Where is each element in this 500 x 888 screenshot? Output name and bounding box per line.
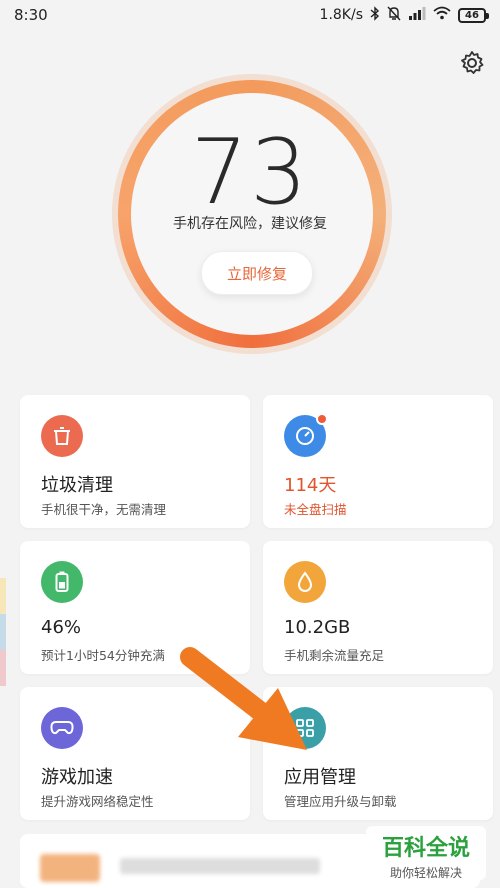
card-title: 应用管理 xyxy=(284,767,356,788)
watermark-logo: 百科全说 助你轻松解决 xyxy=(366,826,486,880)
card-subtitle: 预计1小时54分钟充满 xyxy=(41,648,165,663)
status-time: 8:30 xyxy=(14,6,48,24)
wifi-icon xyxy=(433,6,451,24)
gamepad-icon xyxy=(41,707,83,749)
fix-now-button[interactable]: 立即修复 xyxy=(201,251,313,295)
settings-button[interactable] xyxy=(455,48,489,82)
signal-icon xyxy=(408,6,426,24)
mute-bell-icon xyxy=(387,6,401,25)
card-subtitle: 手机很干净，无需清理 xyxy=(41,502,167,517)
card-title: 114天 xyxy=(284,475,337,496)
data-drop-icon xyxy=(284,561,326,603)
side-strip-pink xyxy=(0,650,6,686)
scan-icon xyxy=(284,413,328,457)
risk-message: 手机存在风险，建议修复 xyxy=(173,216,327,232)
bluetooth-icon xyxy=(370,5,380,25)
battery-icon xyxy=(41,561,83,603)
card-virus-scan[interactable]: 114天 未全盘扫描 xyxy=(263,395,493,528)
card-title: 游戏加速 xyxy=(41,767,113,788)
card-title: 10.2GB xyxy=(284,617,351,638)
battery-level: 46 xyxy=(465,9,479,21)
battery-indicator: 46 xyxy=(458,7,489,23)
blurred-text xyxy=(120,858,320,874)
card-garbage-clean[interactable]: 垃圾清理 手机很干净，无需清理 xyxy=(20,395,250,528)
card-data-usage[interactable]: 10.2GB 手机剩余流量充足 xyxy=(263,541,493,674)
card-subtitle: 管理应用升级与卸载 xyxy=(284,794,397,809)
card-title: 46% xyxy=(41,617,82,638)
side-strip-blue xyxy=(0,614,6,650)
blurred-thumbnail xyxy=(40,854,100,882)
app-grid-icon xyxy=(284,707,326,749)
security-score: 73 xyxy=(190,120,310,225)
gear-icon xyxy=(459,50,485,80)
notification-dot xyxy=(316,413,328,425)
card-subtitle: 未全盘扫描 xyxy=(284,502,347,517)
status-indicators: 1.8K/s 46 xyxy=(319,5,489,25)
card-subtitle: 手机剩余流量充足 xyxy=(284,648,385,663)
card-battery[interactable]: 46% 预计1小时54分钟充满 xyxy=(20,541,250,674)
side-strip-yellow xyxy=(0,578,6,614)
card-app-manager[interactable]: 应用管理 管理应用升级与卸载 xyxy=(263,687,493,820)
card-game-boost[interactable]: 游戏加速 提升游戏网络稳定性 xyxy=(20,687,250,820)
watermark-title: 百科全说 xyxy=(381,836,470,861)
watermark-subtitle: 助你轻松解决 xyxy=(389,866,462,880)
network-speed: 1.8K/s xyxy=(319,7,363,23)
status-bar: 8:30 1.8K/s 46 xyxy=(0,0,500,30)
trash-icon xyxy=(41,415,83,457)
card-subtitle: 提升游戏网络稳定性 xyxy=(41,794,154,809)
card-title: 垃圾清理 xyxy=(41,475,113,496)
